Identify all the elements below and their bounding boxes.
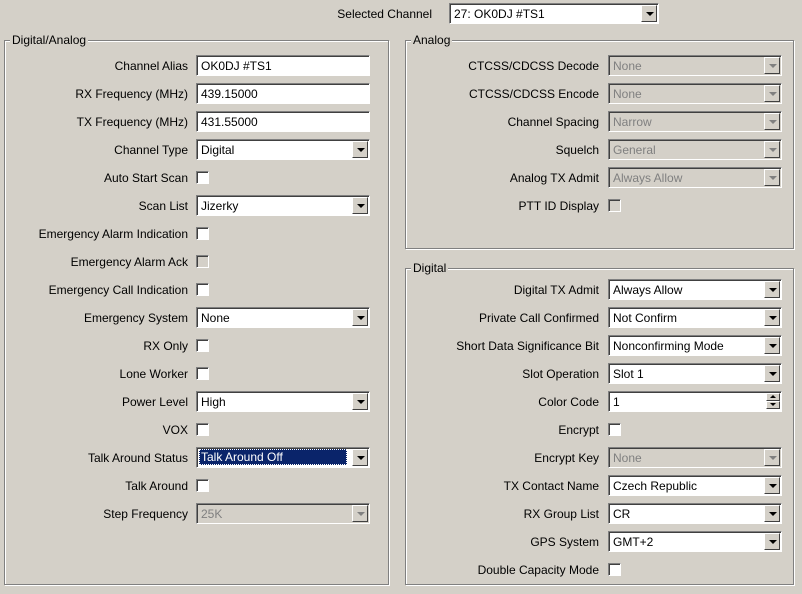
squelch-dropdown[interactable]: General xyxy=(608,139,782,160)
rx-group-list-dropdown[interactable]: CR xyxy=(608,503,782,524)
chevron-down-icon[interactable] xyxy=(764,477,780,494)
channel-spacing-dropdown[interactable]: Narrow xyxy=(608,111,782,132)
chevron-down-icon[interactable] xyxy=(352,309,368,326)
scan-list-dropdown[interactable]: Jizerky xyxy=(196,195,370,216)
ctcss-decode-dropdown[interactable]: None xyxy=(608,55,782,76)
chevron-down-icon[interactable] xyxy=(764,169,780,186)
gps-system-dropdown[interactable]: GMT+2 xyxy=(608,531,782,552)
analog-tx-admit-label: Analog TX Admit xyxy=(509,171,599,185)
chevron-down-icon[interactable] xyxy=(764,337,780,354)
double-capacity-mode-checkbox[interactable] xyxy=(608,563,621,576)
encrypt-key-label: Encrypt Key xyxy=(534,451,599,465)
encrypt-key-dropdown[interactable]: None xyxy=(608,447,782,468)
chevron-down-icon[interactable] xyxy=(352,393,368,410)
chevron-down-icon[interactable] xyxy=(764,113,780,130)
gps-system-label: GPS System xyxy=(530,535,599,549)
chevron-down-icon[interactable] xyxy=(764,449,780,466)
chevron-down-icon[interactable] xyxy=(764,141,780,158)
chevron-down-icon[interactable] xyxy=(352,449,368,466)
scan-list-label: Scan List xyxy=(138,199,188,213)
private-call-confirmed-label: Private Call Confirmed xyxy=(478,311,599,325)
power-level-dropdown[interactable]: High xyxy=(196,391,370,412)
step-frequency-label: Step Frequency xyxy=(103,507,188,521)
talk-around-status-label: Talk Around Status xyxy=(87,451,188,465)
spin-up-icon[interactable] xyxy=(766,393,780,401)
tx-frequency-input[interactable]: 431.55000 xyxy=(196,111,370,132)
rx-group-list-label: RX Group List xyxy=(523,507,599,521)
color-code-label: Color Code xyxy=(538,395,599,409)
short-data-significance-bit-label: Short Data Significance Bit xyxy=(456,339,599,353)
ctcss-encode-dropdown[interactable]: None xyxy=(608,83,782,104)
rx-frequency-label: RX Frequency (MHz) xyxy=(75,87,188,101)
channel-type-label: Channel Type xyxy=(114,143,188,157)
emergency-alarm-indication-checkbox[interactable] xyxy=(196,227,209,240)
encrypt-label: Encrypt xyxy=(558,423,599,437)
channel-spacing-label: Channel Spacing xyxy=(507,115,599,129)
ptt-id-display-label: PTT ID Display xyxy=(518,199,599,213)
channel-alias-label: Channel Alias xyxy=(114,59,188,73)
double-capacity-mode-label: Double Capacity Mode xyxy=(477,563,599,577)
emergency-call-indication-label: Emergency Call Indication xyxy=(48,283,188,297)
chevron-down-icon[interactable] xyxy=(764,281,780,298)
private-call-confirmed-dropdown[interactable]: Not Confirm xyxy=(608,307,782,328)
auto-start-scan-label: Auto Start Scan xyxy=(103,171,188,185)
tx-frequency-label: TX Frequency (MHz) xyxy=(76,115,188,129)
tx-contact-name-label: TX Contact Name xyxy=(503,479,599,493)
digital-group-title: Digital xyxy=(411,260,449,276)
squelch-label: Squelch xyxy=(555,143,599,157)
chevron-down-icon[interactable] xyxy=(641,5,657,22)
short-data-significance-bit-dropdown[interactable]: Nonconfirming Mode xyxy=(608,335,782,356)
vox-checkbox[interactable] xyxy=(196,423,209,436)
chevron-down-icon[interactable] xyxy=(764,505,780,522)
emergency-system-dropdown[interactable]: None xyxy=(196,307,370,328)
ptt-id-display-checkbox[interactable] xyxy=(608,199,621,212)
talk-around-checkbox[interactable] xyxy=(196,479,209,492)
emergency-alarm-ack-label: Emergency Alarm Ack xyxy=(70,255,188,269)
emergency-alarm-indication-label: Emergency Alarm Indication xyxy=(38,227,188,241)
vox-label: VOX xyxy=(162,423,188,437)
rx-frequency-input[interactable]: 439.15000 xyxy=(196,83,370,104)
digital-analog-group-title: Digital/Analog xyxy=(10,32,89,48)
chevron-down-icon[interactable] xyxy=(352,197,368,214)
selected-channel-dropdown[interactable]: 27: OK0DJ #TS1 xyxy=(449,3,659,24)
chevron-down-icon[interactable] xyxy=(352,505,368,522)
chevron-down-icon[interactable] xyxy=(352,141,368,158)
selected-channel-label: Selected Channel xyxy=(337,7,432,21)
chevron-down-icon[interactable] xyxy=(764,533,780,550)
chevron-down-icon[interactable] xyxy=(764,309,780,326)
emergency-system-label: Emergency System xyxy=(83,311,188,325)
channel-type-dropdown[interactable]: Digital xyxy=(196,139,370,160)
talk-around-status-dropdown[interactable]: Talk Around Off xyxy=(196,447,370,468)
digital-tx-admit-dropdown[interactable]: Always Allow xyxy=(608,279,782,300)
lone-worker-label: Lone Worker xyxy=(119,367,188,381)
chevron-down-icon[interactable] xyxy=(764,365,780,382)
ctcss-encode-label: CTCSS/CDCSS Encode xyxy=(468,87,599,101)
lone-worker-checkbox[interactable] xyxy=(196,367,209,380)
emergency-call-indication-checkbox[interactable] xyxy=(196,283,209,296)
channel-alias-input[interactable]: OK0DJ #TS1 xyxy=(196,55,370,76)
tx-contact-name-dropdown[interactable]: Czech Republic xyxy=(608,475,782,496)
step-frequency-dropdown[interactable]: 25K xyxy=(196,503,370,524)
analog-tx-admit-dropdown[interactable]: Always Allow xyxy=(608,167,782,188)
power-level-label: Power Level xyxy=(121,395,188,409)
auto-start-scan-checkbox[interactable] xyxy=(196,171,209,184)
emergency-alarm-ack-checkbox[interactable] xyxy=(196,255,209,268)
ctcss-decode-label: CTCSS/CDCSS Decode xyxy=(468,59,599,73)
digital-tx-admit-label: Digital TX Admit xyxy=(513,283,599,297)
talk-around-label: Talk Around xyxy=(125,479,188,493)
spin-down-icon[interactable] xyxy=(766,401,780,409)
encrypt-checkbox[interactable] xyxy=(608,423,621,436)
chevron-down-icon[interactable] xyxy=(764,57,780,74)
slot-operation-label: Slot Operation xyxy=(522,367,599,381)
rx-only-label: RX Only xyxy=(143,339,188,353)
analog-group-title: Analog xyxy=(411,32,453,48)
rx-only-checkbox[interactable] xyxy=(196,339,209,352)
slot-operation-dropdown[interactable]: Slot 1 xyxy=(608,363,782,384)
chevron-down-icon[interactable] xyxy=(764,85,780,102)
color-code-stepper[interactable]: 1 xyxy=(608,391,782,412)
